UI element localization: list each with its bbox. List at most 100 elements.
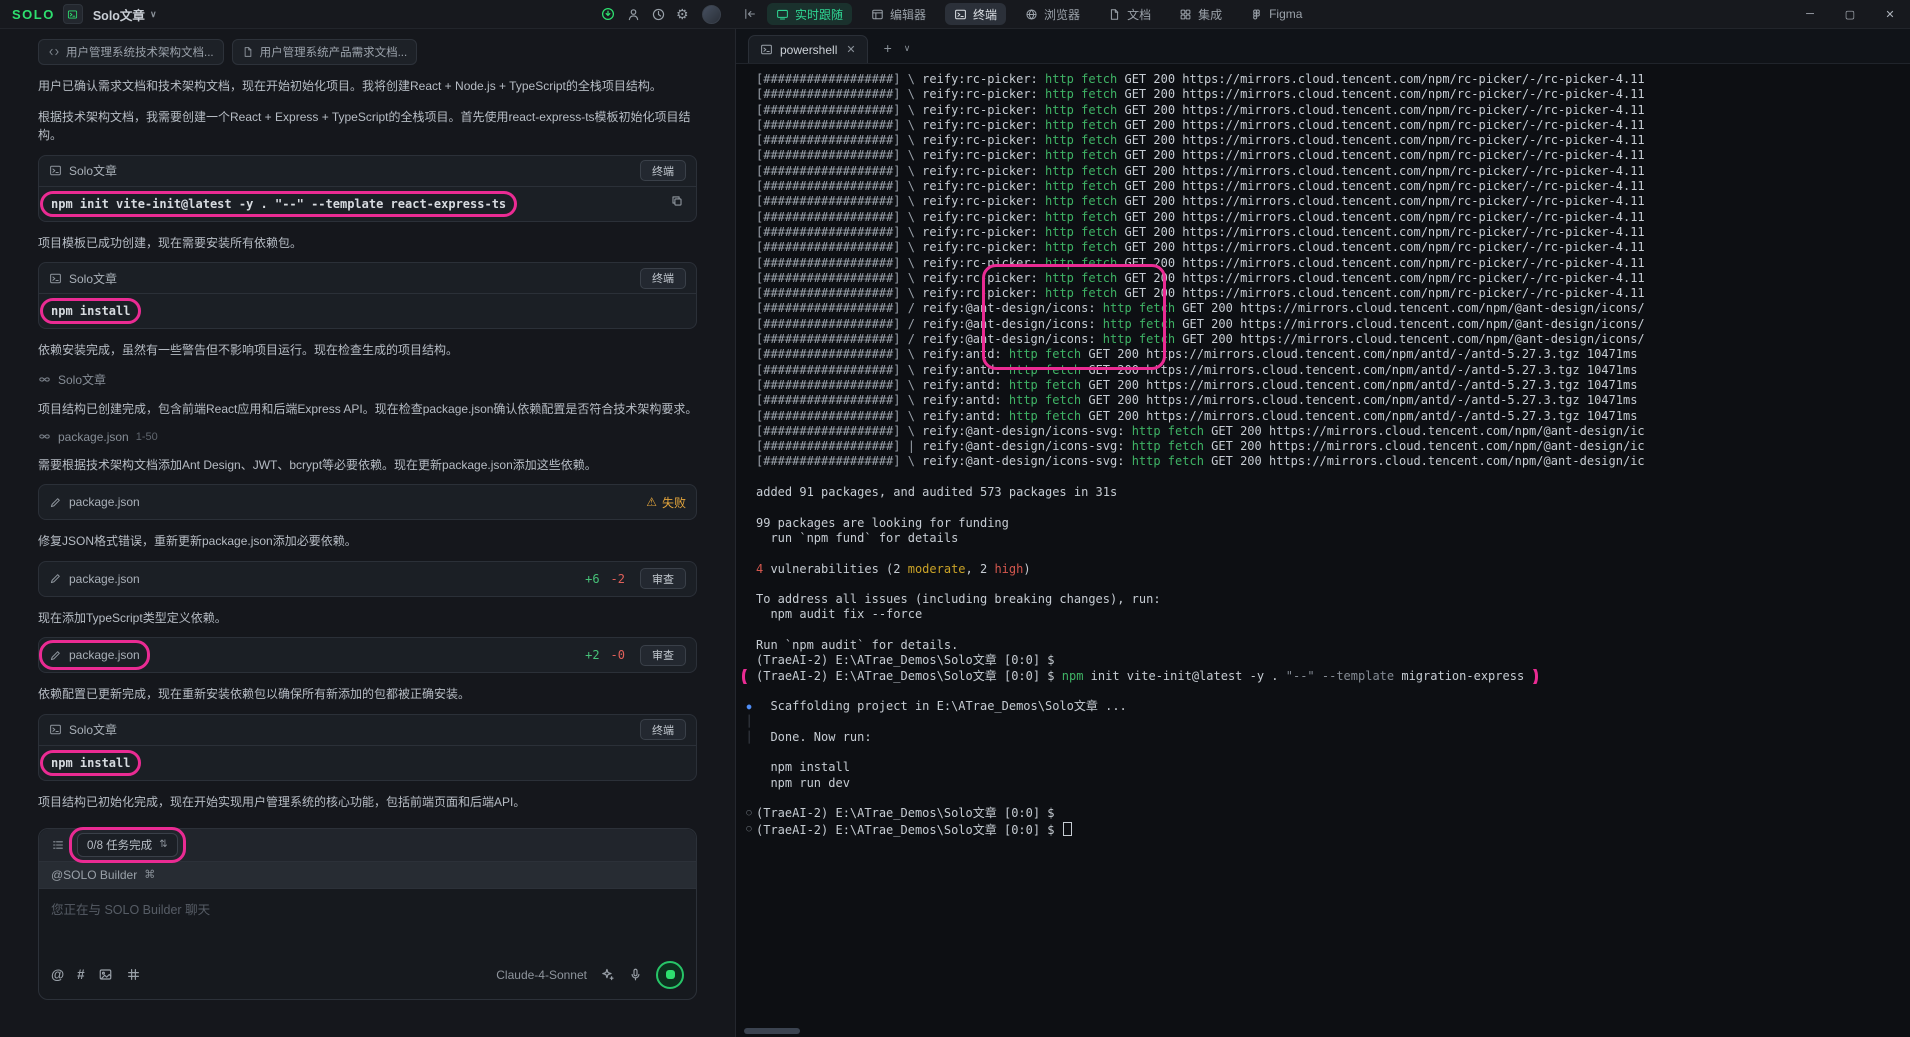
terminal-gutter [742, 240, 756, 255]
review-button[interactable]: 审查 [640, 568, 686, 589]
tab-browser[interactable]: 浏览器 [1016, 3, 1089, 25]
terminal-line-text: [##################] \ reify:antd: http … [756, 393, 1637, 408]
file-edit-card: package.json+2-0审查 [38, 637, 697, 673]
task-progress-select[interactable]: 0/8 任务完成 ⇅ [77, 833, 178, 857]
workspace-icon[interactable] [63, 4, 83, 24]
tab-integrations[interactable]: 集成 [1170, 3, 1231, 25]
terminal-line: [##################] \ reify:rc-picker: … [742, 118, 1910, 133]
tool-reference[interactable]: package.json1-50 [38, 430, 713, 444]
gear-icon[interactable]: ⚙ [676, 6, 692, 22]
maximize-button[interactable]: ▢ [1830, 0, 1870, 28]
copy-icon[interactable] [670, 194, 684, 208]
user-avatar[interactable] [702, 5, 721, 24]
terminal-line-text: [##################] \ reify:rc-picker: … [756, 271, 1645, 286]
file-label-group[interactable]: package.json [49, 495, 140, 509]
tab-figma[interactable]: Figma [1241, 3, 1311, 25]
tab-docs[interactable]: 文档 [1099, 3, 1160, 25]
file-label-group[interactable]: package.json [49, 648, 140, 662]
terminal-line: [##################] \ reify:rc-picker: … [742, 225, 1910, 240]
terminal-line [742, 745, 1910, 760]
terminal-line: npm install [742, 760, 1910, 775]
enhance-icon[interactable] [600, 967, 615, 982]
send-voice-button[interactable] [656, 961, 684, 989]
close-button[interactable]: ✕ [1870, 0, 1910, 28]
minimize-button[interactable]: ─ [1790, 0, 1830, 28]
file-label-group[interactable]: package.json [49, 572, 140, 586]
terminal-tab-powershell[interactable]: powershell ✕ [748, 35, 868, 63]
doc-tab-2[interactable]: 用户管理系统产品需求文档... [232, 39, 418, 65]
terminal-line: [##################] \ reify:rc-picker: … [742, 164, 1910, 179]
tab-editor[interactable]: 编辑器 [862, 3, 935, 25]
card-title: package.json [69, 648, 140, 662]
tool-reference[interactable]: Solo文章 [38, 371, 713, 388]
open-terminal-button[interactable]: 终端 [640, 719, 686, 740]
terminal-gutter [742, 745, 756, 760]
builder-mention[interactable]: @SOLO Builder ⌘ [39, 862, 696, 889]
terminal-gutter [742, 454, 756, 469]
doc-tab-1[interactable]: 用户管理系统技术架构文档... [38, 39, 224, 65]
tab-label: 终端 [973, 6, 997, 23]
review-button[interactable]: 审查 [640, 645, 686, 666]
terminal-gutter: ● [742, 699, 756, 714]
terminal-line-text: [##################] \ reify:rc-picker: … [756, 225, 1645, 240]
clock-icon[interactable] [651, 7, 666, 22]
tab-terminal[interactable]: 终端 [945, 3, 1006, 25]
terminal-line [742, 791, 1910, 806]
new-terminal-button[interactable]: + [884, 40, 892, 56]
terminal-gutter [742, 332, 756, 347]
terminal-line: [##################] \ reify:antd: http … [742, 409, 1910, 424]
terminal-line: [##################] \ reify:antd: http … [742, 393, 1910, 408]
terminal-gutter: ○ [742, 806, 756, 821]
grid-glyph-icon [126, 967, 141, 982]
terminal-output: [##################] \ reify:rc-picker: … [736, 64, 1910, 837]
image-icon[interactable] [98, 967, 113, 982]
card-title: package.json [69, 572, 140, 586]
chat-input[interactable]: 您正在与 SOLO Builder 聊天 [39, 889, 696, 961]
warning-icon: ⚠ [646, 495, 657, 509]
terminal-gutter [742, 776, 756, 791]
chat-paragraph: 项目结构已初始化完成，现在开始实现用户管理系统的核心功能，包括前端页面和后端AP… [38, 793, 713, 812]
terminal-line-text: run `npm fund` for details [756, 531, 958, 546]
terminal-line-text: npm audit fix --force [756, 607, 922, 622]
composer: 0/8 任务完成 ⇅ @SOLO Builder ⌘ 您正在与 SOLO Bui… [38, 828, 697, 1000]
open-terminal-button[interactable]: 终端 [640, 268, 686, 289]
infinity-icon [38, 373, 51, 386]
close-tab-icon[interactable]: ✕ [846, 43, 855, 56]
update-icon[interactable] [600, 6, 616, 22]
workspace-name: Solo文章 [93, 5, 145, 24]
card-header: Solo文章终端 [39, 156, 696, 186]
terminal-line-text: [##################] \ reify:rc-picker: … [756, 118, 1645, 133]
terminal-gutter [742, 363, 756, 378]
model-label[interactable]: Claude-4-Sonnet [496, 968, 587, 982]
workspace-selector[interactable]: Solo文章 ∨ [93, 5, 157, 24]
mic-icon[interactable] [628, 967, 643, 982]
hash-icon[interactable]: # [77, 967, 85, 982]
terminal-line-text: [##################] \ reify:rc-picker: … [756, 103, 1645, 118]
open-terminal-button[interactable]: 终端 [640, 160, 686, 181]
terminal-gutter [742, 87, 756, 102]
topbar: SOLO Solo文章 ∨ ⚙ 实时跟随编辑器终端浏览器文档集成Figma ─ … [0, 0, 1910, 29]
terminal-line-text: [##################] / reify:@ant-design… [756, 301, 1645, 316]
chat-paragraph: 现在添加TypeScript类型定义依赖。 [38, 609, 713, 628]
terminal-line-text: [##################] \ reify:antd: http … [756, 363, 1637, 378]
terminal-gutter [742, 164, 756, 179]
card-header: package.json+2-0审查 [39, 638, 696, 672]
terminal-line [742, 500, 1910, 515]
command-text: npm init vite-init@latest -y . "--" --te… [51, 197, 506, 211]
terminal-line [742, 577, 1910, 592]
mic-glyph-icon [628, 967, 643, 982]
terminal-dropdown-icon[interactable]: ∨ [904, 43, 911, 54]
terminal-line: [##################] \ reify:rc-picker: … [742, 210, 1910, 225]
diff-added: +2 [585, 648, 599, 662]
input-placeholder: 您正在与 SOLO Builder 聊天 [51, 903, 210, 917]
collapse-panel-icon[interactable] [743, 7, 757, 21]
tab-live[interactable]: 实时跟随 [767, 3, 852, 25]
mention-icon[interactable]: @ [51, 967, 64, 982]
person-icon[interactable] [626, 7, 641, 22]
terminal-line: ○(TraeAI-2) E:\ATrae_Demos\Solo文章 [0:0] … [742, 806, 1910, 821]
terminal-line: npm run dev [742, 776, 1910, 791]
grid-icon[interactable] [126, 967, 141, 982]
horizontal-scrollbar[interactable] [744, 1028, 800, 1034]
terminal-line: [##################] / reify:@ant-design… [742, 332, 1910, 347]
terminal-gutter [742, 623, 756, 638]
